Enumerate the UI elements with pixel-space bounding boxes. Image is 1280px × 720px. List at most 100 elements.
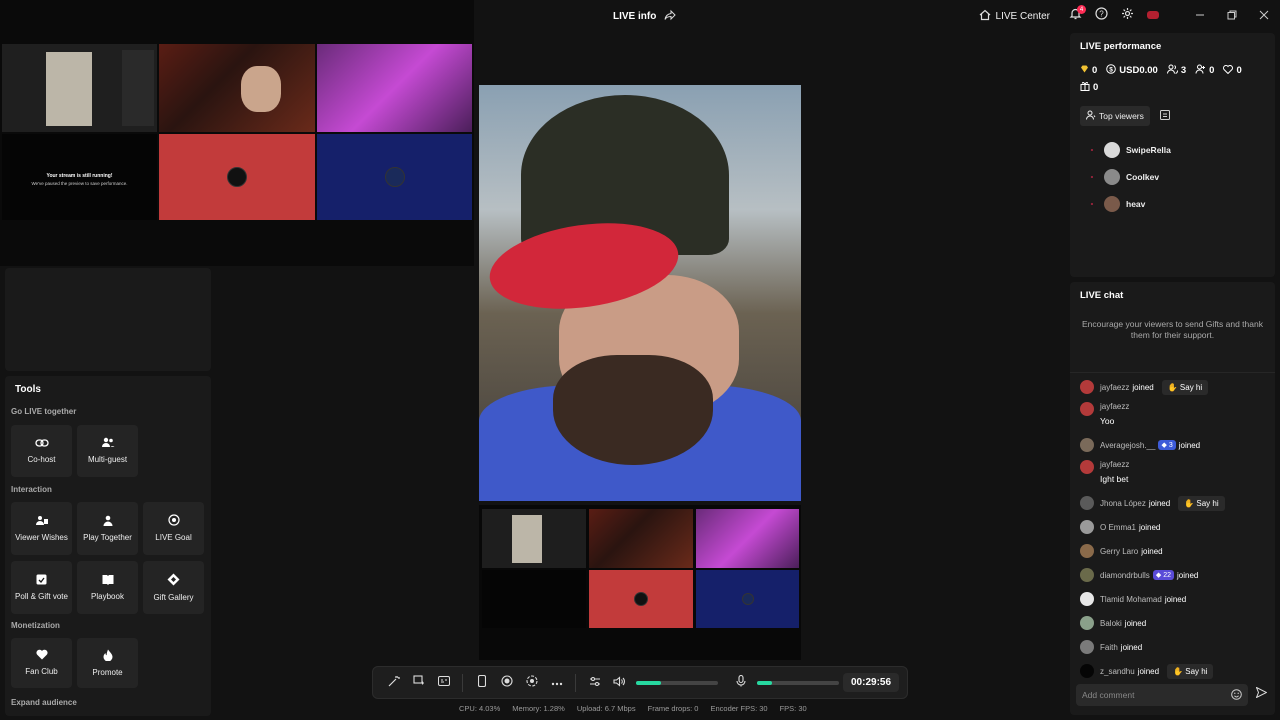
top-viewer-row[interactable]: - Coolkev xyxy=(1080,163,1265,190)
chat-message-text: Ight bet xyxy=(1100,474,1129,484)
poll-icon xyxy=(36,574,47,588)
joined-label: joined xyxy=(1137,666,1160,676)
tab-top-viewers[interactable]: Top viewers xyxy=(1080,106,1150,126)
add-source-button[interactable] xyxy=(406,670,431,695)
mic-slider[interactable] xyxy=(757,680,839,685)
phone-icon xyxy=(477,674,486,690)
tab-gifts-list[interactable] xyxy=(1159,107,1170,125)
say-hi-button[interactable]: ✋ Say hi xyxy=(1161,379,1209,395)
chat-join-event[interactable]: O Emma1 joined xyxy=(1080,515,1265,539)
joined-label: joined xyxy=(1141,546,1163,556)
top-viewer-row[interactable]: - SwipeRella xyxy=(1080,136,1265,163)
say-hi-button[interactable]: ✋ Say hi xyxy=(1178,495,1225,511)
live-info-label: LIVE info xyxy=(613,10,657,22)
chat-username: diamondrbulls xyxy=(1100,570,1150,580)
joined-label: joined xyxy=(1124,618,1147,628)
clip-button[interactable] xyxy=(519,670,544,695)
live-goal-button[interactable]: LIVE Goal xyxy=(143,502,204,555)
live-timer: 00:29:56 xyxy=(843,673,900,692)
multiguest-button[interactable]: Multi-guest xyxy=(77,425,138,477)
audio-settings-button[interactable] xyxy=(582,670,607,695)
speaker-button[interactable] xyxy=(607,670,632,695)
gift-icon xyxy=(1080,81,1090,94)
viewer-rank: - xyxy=(1090,172,1094,181)
chat-join-event[interactable]: Averagejosh.__ ◆ 3 joined xyxy=(1080,433,1265,457)
heart-icon xyxy=(1223,64,1234,77)
chat-join-event[interactable]: Tlamid Mohamad joined xyxy=(1080,587,1265,611)
avatar xyxy=(1080,616,1094,630)
share-icon[interactable] xyxy=(664,9,677,24)
viewer-rank: - xyxy=(1090,145,1094,154)
chat-message[interactable]: jayfaezz Yoo xyxy=(1080,399,1265,433)
live-video-secondary xyxy=(479,505,801,660)
send-button[interactable] xyxy=(1255,686,1268,701)
settings-button[interactable] xyxy=(1114,3,1140,29)
viewer-wishes-button[interactable]: Viewer Wishes xyxy=(11,502,72,555)
chat-title: LIVE chat xyxy=(1080,290,1124,301)
add-comment-input[interactable]: Add comment xyxy=(1076,684,1248,706)
preview-tile-red xyxy=(159,134,315,220)
avatar xyxy=(1104,195,1120,212)
chat-join-event[interactable]: Gerry Laro joined xyxy=(1080,539,1265,563)
live-chat-panel: LIVE chat Encourage your viewers to send… xyxy=(1070,282,1275,715)
chat-join-event[interactable]: Jhona López joined ✋ Say hi xyxy=(1080,491,1265,515)
coin-icon: $ xyxy=(1106,64,1117,77)
playbook-button[interactable]: Playbook xyxy=(77,561,138,614)
help-button[interactable]: ? xyxy=(1088,3,1114,29)
top-viewers-list: - SwipeRella - Coolkev - heav xyxy=(1080,136,1265,217)
chat-join-event[interactable]: diamondrbulls ◆ 22 joined xyxy=(1080,563,1265,587)
avatar xyxy=(1080,544,1094,558)
gift-gallery-button[interactable]: Gift Gallery xyxy=(143,561,204,614)
cohost-button[interactable]: Co-host xyxy=(11,425,72,477)
frame-drops-stat: Frame drops: 0 xyxy=(647,704,699,713)
play-together-button[interactable]: Play Together xyxy=(77,502,138,555)
viewer-rank: - xyxy=(1090,199,1094,208)
promote-button[interactable]: Promote xyxy=(77,638,138,688)
chat-join-event[interactable]: Baloki joined xyxy=(1080,611,1265,635)
top-viewer-row[interactable]: - heav xyxy=(1080,190,1265,217)
likes-stat: 0 xyxy=(1223,64,1242,77)
list-icon xyxy=(1159,107,1170,124)
scene-preview: Your stream is still running! We've paus… xyxy=(0,0,474,266)
avatar xyxy=(1080,380,1094,394)
say-hi-button[interactable]: ✋ Say hi xyxy=(1167,663,1214,679)
account-button[interactable] xyxy=(1140,3,1166,29)
record-button[interactable] xyxy=(494,670,519,695)
avatar xyxy=(1080,520,1094,534)
live-info-title[interactable]: LIVE info xyxy=(613,0,677,32)
chat-join-event[interactable]: Faith joined xyxy=(1080,635,1265,659)
notifications-button[interactable]: 4 xyxy=(1062,3,1088,29)
link-icon xyxy=(34,438,49,451)
preview-tile-blue xyxy=(317,134,472,220)
effects-button[interactable] xyxy=(381,670,406,695)
say-hi-label: Say hi xyxy=(1185,666,1208,676)
viewer-wishes-label: Viewer Wishes xyxy=(15,532,68,542)
emoji-icon[interactable] xyxy=(1231,688,1242,702)
close-icon xyxy=(1259,7,1269,25)
chat-username: Jhona López xyxy=(1100,498,1146,508)
live-center-button[interactable]: LIVE Center xyxy=(979,0,1050,32)
volume-slider[interactable] xyxy=(636,680,718,685)
say-hi-label: Say hi xyxy=(1196,498,1219,508)
notification-badge: 4 xyxy=(1077,5,1086,14)
chat-message[interactable]: jayfaezz Ight bet xyxy=(1080,457,1265,491)
close-button[interactable] xyxy=(1248,0,1280,32)
chat-join-event[interactable]: z_sandhu joined ✋ Say hi xyxy=(1080,659,1265,683)
more-button[interactable] xyxy=(544,670,569,695)
gear-icon xyxy=(1121,7,1134,25)
chat-message-content: jayfaezz Ight bet xyxy=(1100,460,1129,484)
avatar xyxy=(1080,460,1094,474)
chat-join-event[interactable]: jayfaezz joined ✋ Say hi xyxy=(1080,375,1265,399)
performance-title: LIVE performance xyxy=(1080,41,1162,52)
minimize-button[interactable] xyxy=(1184,0,1216,32)
maximize-button[interactable] xyxy=(1216,0,1248,32)
captions-button[interactable] xyxy=(431,670,456,695)
viewers-icon xyxy=(1166,64,1178,77)
fan-club-button[interactable]: Fan Club xyxy=(11,638,72,688)
divider xyxy=(462,673,463,692)
poll-gift-vote-button[interactable]: Poll & Gift vote xyxy=(11,561,72,614)
portrait-button[interactable] xyxy=(469,670,494,695)
mic-button[interactable] xyxy=(728,670,753,695)
preview-message: Your stream is still running! We've paus… xyxy=(2,172,157,187)
encoder-fps-stat: Encoder FPS: 30 xyxy=(710,704,768,713)
